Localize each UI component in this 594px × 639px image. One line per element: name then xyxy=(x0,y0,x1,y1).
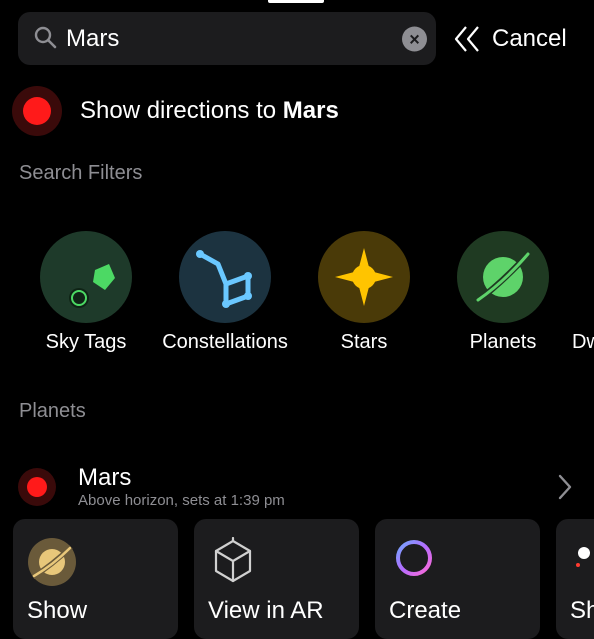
create-label: Create xyxy=(389,597,462,624)
planet-icon xyxy=(457,231,549,323)
view-in-ar-label: View in AR xyxy=(208,597,324,624)
show-card[interactable]: Show xyxy=(13,519,178,639)
filter-planets[interactable]: Planets xyxy=(438,231,568,354)
share-label: Sh xyxy=(570,597,594,624)
mars-marker-icon xyxy=(12,86,62,136)
filter-sky-tags[interactable]: Sky Tags xyxy=(21,231,151,354)
search-filters-title: Search Filters xyxy=(19,162,143,184)
filter-label: Sky Tags xyxy=(45,331,127,353)
share-icon xyxy=(576,547,590,567)
ring-icon xyxy=(396,540,432,576)
planets-title: Planets xyxy=(19,400,86,422)
search-bar[interactable]: × xyxy=(18,12,436,65)
star-icon xyxy=(318,231,410,323)
constellation-icon xyxy=(179,231,271,323)
ar-cube-icon xyxy=(214,537,252,583)
search-icon xyxy=(34,26,57,49)
result-subtitle: Above horizon, sets at 1:39 pm xyxy=(78,492,285,509)
directions-label: Show directions to Mars xyxy=(80,97,339,124)
filter-constellations[interactable]: Constellations xyxy=(160,231,290,354)
view-in-ar-card[interactable]: View in AR xyxy=(194,519,359,639)
filter-label: Stars xyxy=(340,331,388,353)
filter-label: Planets xyxy=(469,331,537,353)
chevron-right-icon xyxy=(558,474,572,500)
share-card[interactable]: Sh xyxy=(556,519,594,639)
cancel-label: Cancel xyxy=(492,25,567,52)
filter-dwarf-planets[interactable]: Dw xyxy=(572,231,594,354)
filter-stars[interactable]: Stars xyxy=(299,231,429,354)
top-grabber xyxy=(268,0,324,3)
filter-label: Constellations xyxy=(162,331,288,353)
sky-tags-icon xyxy=(40,231,132,323)
create-card[interactable]: Create xyxy=(375,519,540,639)
mars-marker-icon xyxy=(18,468,56,506)
filter-label: Dw xyxy=(572,331,594,353)
double-chevron-left-icon xyxy=(454,26,479,52)
show-label: Show xyxy=(27,597,88,624)
result-mars-row[interactable]: Mars Above horizon, sets at 1:39 pm xyxy=(18,462,594,512)
result-name: Mars xyxy=(78,464,132,491)
planet-icon xyxy=(28,538,76,586)
search-input[interactable] xyxy=(66,12,386,65)
cancel-button[interactable]: Cancel xyxy=(452,20,567,58)
show-directions-row[interactable]: Show directions to Mars xyxy=(12,86,339,136)
clear-search-icon[interactable]: × xyxy=(402,26,427,52)
